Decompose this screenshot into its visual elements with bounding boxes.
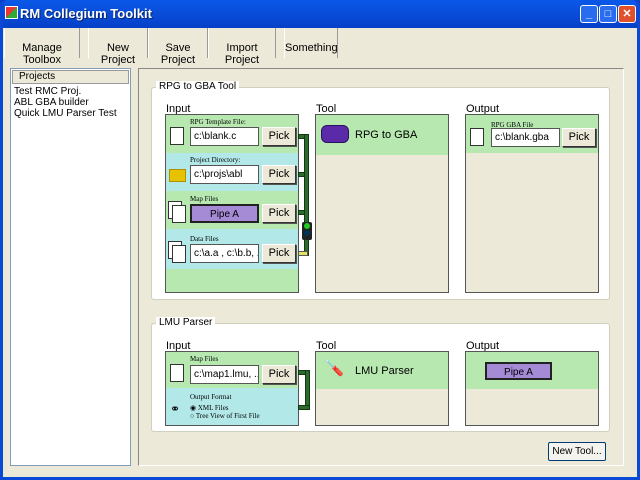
lmu-map-files-field[interactable]: c:\map1.lmu, ...	[190, 365, 259, 384]
traffic-light-icon	[302, 222, 312, 240]
pick-button[interactable]: Pick	[262, 365, 296, 384]
pick-button[interactable]: Pick	[262, 244, 296, 263]
pick-button[interactable]: Pick	[262, 204, 296, 223]
data-files-icon	[172, 245, 186, 263]
radio-label: Tree View of First File	[195, 412, 260, 420]
project-item[interactable]: Test RMC Proj.	[14, 86, 127, 97]
import-project-button[interactable]: Import Project	[208, 28, 276, 66]
pick-button[interactable]: Pick	[562, 128, 596, 147]
field-label: Map Files	[190, 195, 219, 203]
gameboy-advance-icon	[321, 125, 349, 143]
close-button[interactable]: ✕	[618, 5, 636, 23]
output-pipe[interactable]: Pipe A	[485, 362, 552, 380]
data-files-field[interactable]: c:\a.a , c:\b.b, ...	[190, 244, 259, 263]
template-file-field[interactable]: c:\blank.c	[190, 127, 259, 146]
files-icon	[170, 364, 184, 382]
projects-header[interactable]: Projects	[12, 70, 129, 84]
rpg-input-box: RPG Template File: c:\blank.c Pick Proje…	[165, 114, 299, 293]
rpg-tool-box: RPG to GBA	[315, 114, 449, 293]
new-project-button[interactable]: New Project	[88, 28, 148, 66]
minimize-button[interactable]: _	[580, 5, 598, 23]
binary-file-icon	[470, 128, 484, 146]
radio-xml[interactable]: ◉ XML Files	[190, 404, 229, 412]
lmu-input-box: Map Files c:\map1.lmu, ... Pick Output F…	[165, 351, 299, 426]
folder-icon	[169, 169, 186, 182]
gba-file-field[interactable]: c:\blank.gba	[491, 128, 560, 147]
tool-name[interactable]: LMU Parser	[355, 365, 414, 377]
field-label: RPG Template File:	[190, 118, 246, 126]
field-label: Project Directory:	[190, 156, 241, 164]
pick-button[interactable]: Pick	[262, 127, 296, 146]
new-tool-button[interactable]: New Tool...	[548, 442, 606, 461]
lmu-output-box: Pipe A	[465, 351, 599, 426]
radio-tree-view[interactable]: ○ Tree View of First File	[190, 412, 260, 420]
format-icon: ⚭	[170, 402, 181, 416]
rpg-output-box: RPG GBA File c:\blank.gba Pick	[465, 114, 599, 293]
pipe	[305, 370, 310, 410]
save-project-button[interactable]: Save Project	[148, 28, 208, 66]
field-label: Data Files	[190, 235, 219, 243]
group-title: LMU Parser	[156, 317, 216, 328]
pipe-pending	[298, 251, 308, 256]
something-button[interactable]: Something	[284, 28, 338, 58]
project-item[interactable]: Quick LMU Parser Test	[14, 108, 127, 119]
projects-list[interactable]: Projects Test RMC Proj. ABL GBA builder …	[10, 68, 131, 466]
screwdriver-icon: 🪛	[324, 360, 344, 377]
pick-button[interactable]: Pick	[262, 165, 296, 184]
project-item[interactable]: ABL GBA builder	[14, 97, 127, 108]
map-files-pipe[interactable]: Pipe A	[190, 204, 259, 223]
group-title: RPG to GBA Tool	[156, 81, 240, 92]
field-label: Map Files	[190, 355, 219, 363]
lmu-tool-box: 🪛 LMU Parser	[315, 351, 449, 426]
code-file-icon	[170, 127, 184, 145]
window-title: RM Collegium Toolkit	[20, 6, 152, 21]
pipe	[298, 405, 310, 410]
tool-name[interactable]: RPG to GBA	[355, 129, 417, 141]
app-icon	[5, 6, 18, 19]
output-format-label: Output Format	[190, 393, 232, 401]
maximize-button[interactable]: □	[599, 5, 617, 23]
radio-label: XML Files	[197, 404, 229, 412]
manage-toolbox-button[interactable]: Manage Toolbox	[4, 28, 80, 66]
files-icon	[172, 205, 186, 223]
project-directory-field[interactable]: c:\projs\abl	[190, 165, 259, 184]
